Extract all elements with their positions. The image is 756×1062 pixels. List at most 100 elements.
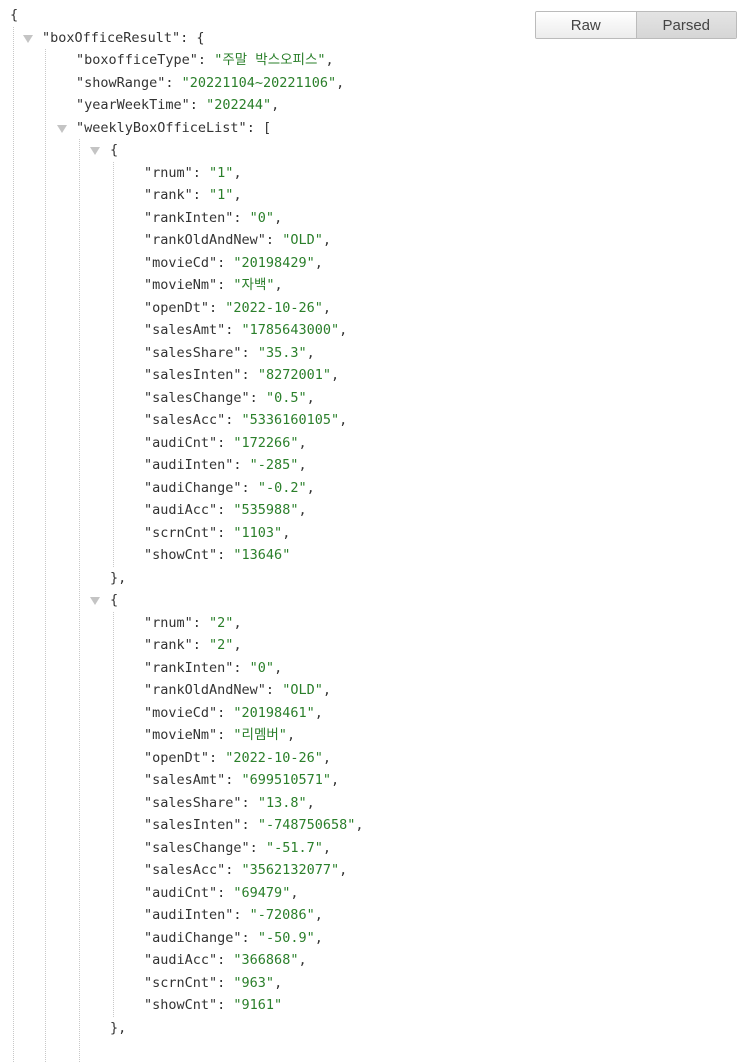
json-string-value: "202244" <box>206 97 272 113</box>
json-property: "boxofficeType": "주말 박스오피스", <box>76 52 334 68</box>
json-property: "audiInten": "-285", <box>144 457 307 473</box>
json-key: "rankOldAndNew" <box>144 682 266 698</box>
json-string-value: "-50.9" <box>257 929 315 946</box>
json-key: "rank" <box>144 187 193 203</box>
json-key: "audiAcc" <box>144 952 218 968</box>
json-string-value: "13.8" <box>257 794 307 811</box>
json-property: "audiAcc": "366868", <box>144 952 307 968</box>
json-key: "openDt" <box>144 749 210 766</box>
json-key: "rankOldAndNew" <box>144 232 266 248</box>
json-string-value: "-285" <box>249 457 299 473</box>
json-string-value: "0" <box>249 209 275 226</box>
json-key: "boxOfficeResult" <box>42 29 181 46</box>
json-property: "movieCd": "20198429", <box>144 254 323 271</box>
json-property: "rank": "1", <box>144 187 242 203</box>
json-property: "yearWeekTime": "202244", <box>76 97 280 113</box>
collapse-toggle-icon[interactable] <box>57 124 67 133</box>
json-key: "weeklyBoxOfficeList" <box>76 119 247 136</box>
collapse-toggle-icon[interactable] <box>90 147 100 155</box>
json-key: "audiCnt" <box>144 434 218 451</box>
parsed-button[interactable]: Parsed <box>635 12 736 38</box>
json-key: "movieCd" <box>144 704 218 721</box>
json-property: "audiAcc": "535988", <box>144 502 307 518</box>
json-viewer: {"boxOfficeResult": {"boxofficeType": "주… <box>0 0 756 1062</box>
json-key: "salesChange" <box>144 389 250 406</box>
json-property: "salesAmt": "699510571", <box>144 772 340 788</box>
json-object-close: }, <box>110 1019 127 1036</box>
json-key: "showRange" <box>76 74 166 91</box>
json-property: "salesShare": "13.8", <box>144 794 315 811</box>
json-string-value: "699510571" <box>241 772 331 788</box>
json-object-open: { <box>110 142 119 158</box>
json-key: "movieNm" <box>144 277 218 293</box>
json-key: "salesAmt" <box>144 772 226 788</box>
json-key: "scrnCnt" <box>144 524 218 541</box>
json-string-value: "-0.2" <box>257 479 307 496</box>
indent-guide <box>79 139 80 1062</box>
json-string-value: "주말 박스오피스" <box>214 52 326 68</box>
json-property: "salesAcc": "5336160105", <box>144 412 348 428</box>
json-string-value: "-72086" <box>249 907 315 923</box>
json-string-value: "5336160105" <box>241 412 340 428</box>
json-property: "audiInten": "-72086", <box>144 907 323 923</box>
json-key: "scrnCnt" <box>144 974 218 991</box>
json-key-row: "weeklyBoxOfficeList": [ <box>76 119 272 136</box>
json-string-value: "20198429" <box>233 254 315 271</box>
json-string-value: "2" <box>209 637 234 653</box>
json-string-value: "963" <box>233 974 275 991</box>
json-key: "salesAcc" <box>144 412 226 428</box>
json-key: "boxofficeType" <box>76 52 198 68</box>
raw-button[interactable]: Raw <box>536 12 636 38</box>
json-key: "audiInten" <box>144 457 234 473</box>
indent-guide <box>45 49 46 1062</box>
json-string-value: "1103" <box>233 524 283 541</box>
json-string-value: "8272001" <box>257 367 331 383</box>
json-key: "salesShare" <box>144 794 242 811</box>
view-mode-toggle: Raw Parsed <box>535 11 737 39</box>
json-property: "salesInten": "8272001", <box>144 367 340 383</box>
json-property: "rnum": "1", <box>144 164 242 181</box>
json-string-value: "2022-10-26" <box>225 749 323 766</box>
json-property: "audiChange": "-0.2", <box>144 479 315 496</box>
collapse-toggle-icon[interactable] <box>23 34 33 43</box>
json-object-open: { <box>110 592 119 608</box>
json-key: "audiChange" <box>144 479 242 496</box>
json-key: "movieCd" <box>144 254 218 271</box>
json-property: "audiCnt": "172266", <box>144 434 307 451</box>
collapse-toggle-icon[interactable] <box>90 597 100 605</box>
json-string-value: "1" <box>209 187 234 203</box>
json-string-value: "20221104~20221106" <box>181 74 337 91</box>
json-string-value: "535988" <box>233 502 299 518</box>
json-string-value: "-748750658" <box>257 817 356 833</box>
json-property: "rankOldAndNew": "OLD", <box>144 682 331 698</box>
json-string-value: "3562132077" <box>241 862 340 878</box>
json-string-value: "13646" <box>233 547 291 563</box>
indent-guide <box>113 161 114 567</box>
indent-guide <box>13 26 14 1062</box>
json-key: "audiAcc" <box>144 502 218 518</box>
json-string-value: "자백" <box>233 277 275 293</box>
json-key: "rankInten" <box>144 659 234 676</box>
json-string-value: "0" <box>249 659 275 676</box>
json-property: "rankOldAndNew": "OLD", <box>144 232 331 248</box>
json-key: "audiInten" <box>144 907 234 923</box>
json-property: "salesAmt": "1785643000", <box>144 322 348 338</box>
json-property: "showCnt": "9161" <box>144 997 283 1013</box>
json-property: "audiChange": "-50.9", <box>144 929 323 946</box>
json-key: "showCnt" <box>144 997 218 1013</box>
json-key: "openDt" <box>144 299 210 316</box>
json-string-value: "9161" <box>233 997 283 1013</box>
json-string-value: "2022-10-26" <box>225 299 323 316</box>
json-string-value: "1785643000" <box>241 322 340 338</box>
json-property: "movieCd": "20198461", <box>144 704 323 721</box>
json-property: "openDt": "2022-10-26", <box>144 299 331 316</box>
json-key: "salesInten" <box>144 367 242 383</box>
json-property: "movieNm": "리멤버", <box>144 727 296 743</box>
json-property: "salesChange": "-51.7", <box>144 839 331 856</box>
json-property: "rankInten": "0", <box>144 209 283 226</box>
json-key: "showCnt" <box>144 547 218 563</box>
json-property: "scrnCnt": "1103", <box>144 524 291 541</box>
json-property: "movieNm": "자백", <box>144 277 283 293</box>
json-key: "yearWeekTime" <box>76 97 190 113</box>
json-string-value: "20198461" <box>233 704 315 721</box>
